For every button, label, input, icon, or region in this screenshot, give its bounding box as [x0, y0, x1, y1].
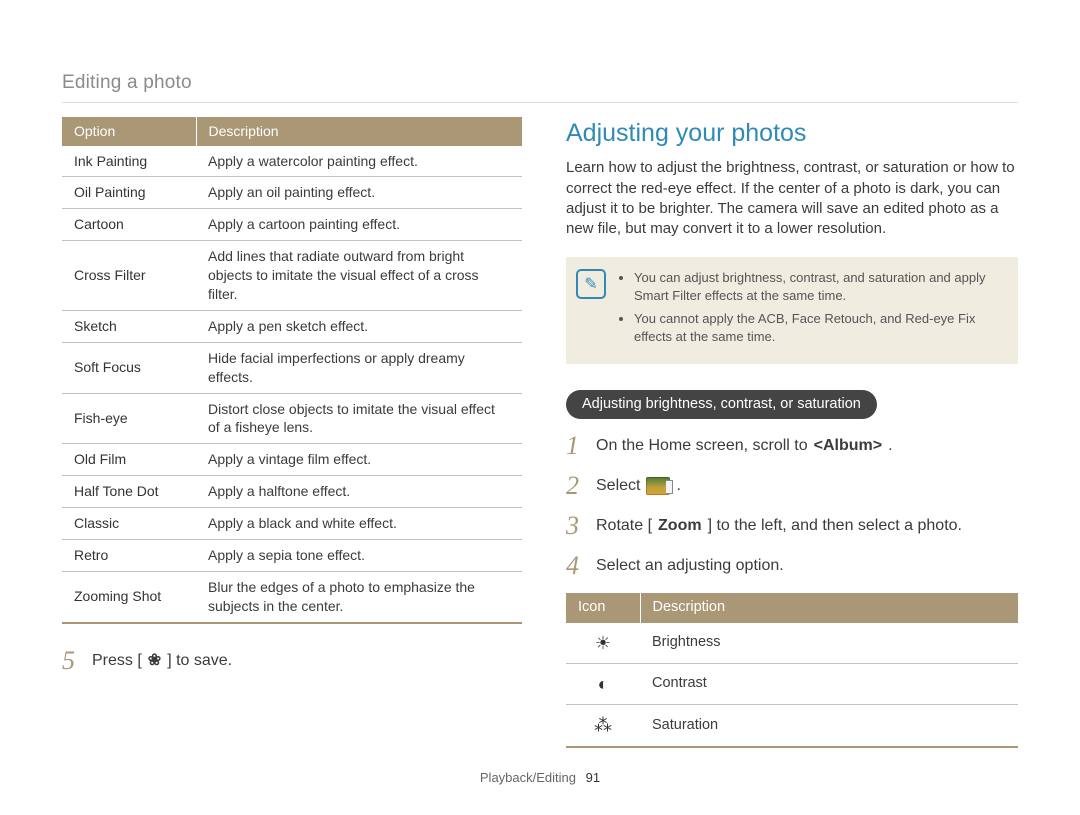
table-row: Soft FocusHide facial imperfections or a…	[62, 342, 522, 393]
table-row: ☀ Brightness	[566, 623, 1018, 664]
effect-name: Cartoon	[62, 209, 196, 241]
effects-th-option: Option	[62, 117, 196, 146]
table-row: ClassicApply a black and white effect.	[62, 508, 522, 540]
table-row: Old FilmApply a vintage film effect.	[62, 444, 522, 476]
step-number: 5	[62, 648, 80, 674]
step-text: Select an adjusting option.	[596, 555, 784, 577]
effect-name: Zooming Shot	[62, 571, 196, 622]
step-4: 4 Select an adjusting option.	[566, 553, 1018, 579]
icons-th-description: Description	[640, 593, 1018, 623]
effect-name: Oil Painting	[62, 177, 196, 209]
effect-name: Retro	[62, 540, 196, 572]
effect-desc: Apply a halftone effect.	[196, 476, 522, 508]
section-heading: Adjusting your photos	[566, 117, 1018, 151]
page-footer: Playback/Editing 91	[0, 769, 1080, 787]
note-item: You can adjust brightness, contrast, and…	[634, 269, 1004, 304]
footer-section: Playback/Editing	[480, 770, 576, 785]
step-number: 2	[566, 473, 584, 499]
saturation-icon: ⁂	[594, 715, 612, 735]
breadcrumb: Editing a photo	[62, 70, 1018, 96]
table-row: Zooming ShotBlur the edges of a photo to…	[62, 571, 522, 622]
contrast-icon: ◐	[598, 674, 609, 694]
step-text-pre: On the Home screen, scroll to	[596, 435, 808, 457]
icon-label: Brightness	[640, 623, 1018, 664]
effect-name: Sketch	[62, 310, 196, 342]
step-bold: Zoom	[658, 515, 702, 537]
step-2: 2 Select .	[566, 473, 1018, 499]
table-row: RetroApply a sepia tone effect.	[62, 540, 522, 572]
section-intro: Learn how to adjust the brightness, cont…	[566, 158, 1018, 239]
step-1: 1 On the Home screen, scroll to <Album>.	[566, 433, 1018, 459]
note-box: ✎ You can adjust brightness, contrast, a…	[566, 257, 1018, 363]
effect-desc: Apply a vintage film effect.	[196, 444, 522, 476]
step-number: 3	[566, 513, 584, 539]
table-row: ⁂ Saturation	[566, 705, 1018, 747]
effect-name: Classic	[62, 508, 196, 540]
step-number: 1	[566, 433, 584, 459]
album-icon	[646, 477, 670, 495]
step-bold: <Album>	[814, 435, 882, 457]
icon-label: Contrast	[640, 664, 1018, 705]
step-5: 5 Press [ ❀ ] to save.	[62, 648, 522, 674]
icons-th-icon: Icon	[566, 593, 640, 623]
effect-desc: Apply a pen sketch effect.	[196, 310, 522, 342]
effect-desc: Apply a cartoon painting effect.	[196, 209, 522, 241]
table-row: Fish-eyeDistort close objects to imitate…	[62, 393, 522, 444]
top-rule	[62, 102, 1018, 103]
note-item: You cannot apply the ACB, Face Retouch, …	[634, 310, 1004, 345]
effect-desc: Apply a black and white effect.	[196, 508, 522, 540]
table-row: ◐ Contrast	[566, 664, 1018, 705]
effect-name: Soft Focus	[62, 342, 196, 393]
effects-th-description: Description	[196, 117, 522, 146]
effect-name: Ink Painting	[62, 146, 196, 177]
table-row: Oil PaintingApply an oil painting effect…	[62, 177, 522, 209]
effect-desc: Distort close objects to imitate the vis…	[196, 393, 522, 444]
effect-desc: Apply a watercolor painting effect.	[196, 146, 522, 177]
step-text-post: ] to save.	[167, 650, 232, 672]
macro-icon: ❀	[148, 650, 161, 672]
effect-desc: Hide facial imperfections or apply dream…	[196, 342, 522, 393]
effect-desc: Blur the edges of a photo to emphasize t…	[196, 571, 522, 622]
subsection-pill: Adjusting brightness, contrast, or satur…	[566, 390, 877, 420]
step-text-pre: Press [	[92, 650, 142, 672]
step-text-pre: Select	[596, 475, 640, 497]
effect-name: Fish-eye	[62, 393, 196, 444]
brightness-icon: ☀	[595, 633, 611, 653]
table-row: CartoonApply a cartoon painting effect.	[62, 209, 522, 241]
effect-name: Old Film	[62, 444, 196, 476]
effect-name: Half Tone Dot	[62, 476, 196, 508]
table-row: Ink PaintingApply a watercolor painting …	[62, 146, 522, 177]
step-text-post: .	[676, 475, 680, 497]
effect-name: Cross Filter	[62, 241, 196, 311]
step-number: 4	[566, 553, 584, 579]
effect-desc: Apply a sepia tone effect.	[196, 540, 522, 572]
table-row: Cross FilterAdd lines that radiate outwa…	[62, 241, 522, 311]
effect-desc: Apply an oil painting effect.	[196, 177, 522, 209]
table-row: SketchApply a pen sketch effect.	[62, 310, 522, 342]
effect-desc: Add lines that radiate outward from brig…	[196, 241, 522, 311]
effects-table: Option Description Ink PaintingApply a w…	[62, 117, 522, 624]
icon-label: Saturation	[640, 705, 1018, 747]
icon-table: Icon Description ☀ Brightness ◐ Contrast…	[566, 593, 1018, 747]
footer-page-number: 91	[586, 770, 600, 785]
step-text-post: .	[888, 435, 892, 457]
step-3: 3 Rotate [ Zoom ] to the left, and then se…	[566, 513, 1018, 539]
step-text-pre: Rotate [	[596, 515, 652, 537]
note-icon: ✎	[576, 269, 606, 299]
table-row: Half Tone DotApply a halftone effect.	[62, 476, 522, 508]
step-text-post: ] to the left, and then select a photo.	[708, 515, 962, 537]
